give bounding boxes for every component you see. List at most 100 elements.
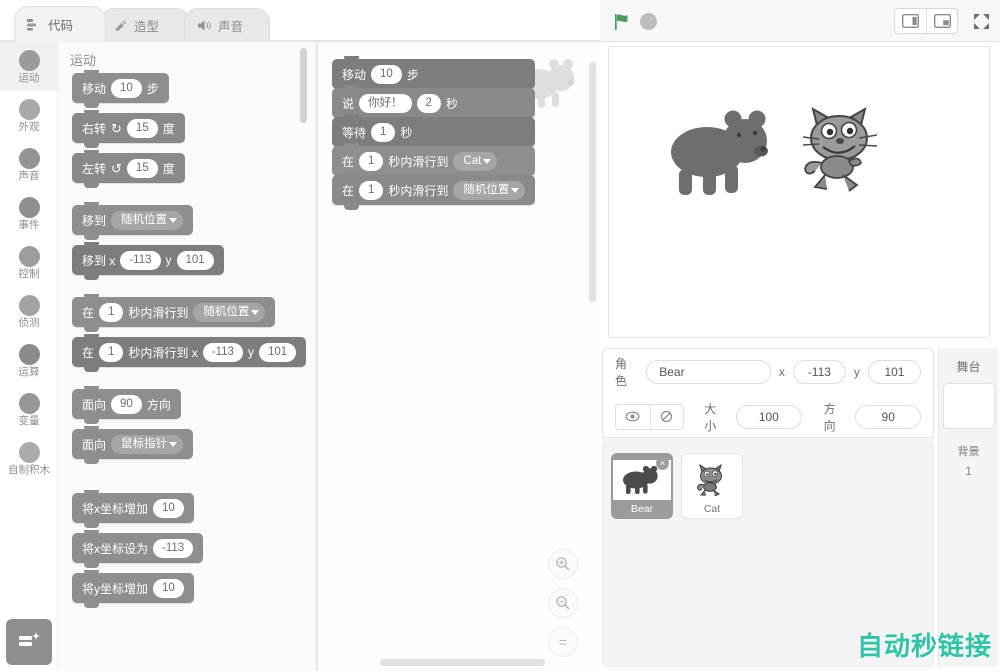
block-input-dx[interactable]: 10 xyxy=(153,498,184,518)
block-input-message[interactable]: 你好！ xyxy=(359,93,412,113)
sprite-visibility-toggle xyxy=(615,403,685,430)
tab-sounds-label: 声音 xyxy=(218,20,244,34)
category-sound[interactable]: 声音 xyxy=(0,140,58,189)
stage-area[interactable] xyxy=(608,46,990,338)
canvas-vertical-scrollbar[interactable] xyxy=(589,62,596,302)
palette-block-goto-random[interactable]: 移到 随机位置 xyxy=(58,200,317,240)
sprite-card-cat[interactable]: Cat xyxy=(681,453,743,519)
stage-selector-panel[interactable]: 舞台 背景 1 xyxy=(938,348,998,667)
stage-sprite-bear[interactable] xyxy=(667,107,772,204)
block-dropdown-towards[interactable]: 鼠标指针 xyxy=(111,434,184,454)
palette-block-point-towards[interactable]: 面向 鼠标指针 xyxy=(58,424,317,464)
palette-block-change-x-by[interactable]: 将x坐标增加 10 xyxy=(58,488,317,528)
palette-block-set-x-to[interactable]: 将x坐标设为 -113 xyxy=(58,528,317,568)
block-input-steps[interactable]: 10 xyxy=(111,78,142,98)
palette-block-change-y-by[interactable]: 将y坐标增加 10 xyxy=(58,568,317,608)
script-block-wait-secs[interactable]: 等待 1 秒 xyxy=(332,114,536,152)
add-extension-button[interactable] xyxy=(6,619,52,665)
category-my-blocks-dot xyxy=(18,441,40,463)
category-events[interactable]: 事件 xyxy=(0,189,58,238)
palette-block-turn-right[interactable]: 右转 ↻ 15 度 xyxy=(58,108,317,148)
block-input-secs[interactable]: 1 xyxy=(371,122,396,142)
block-input-degrees[interactable]: 15 xyxy=(126,118,158,138)
block-input-direction[interactable]: 90 xyxy=(111,394,142,414)
category-looks[interactable]: 外观 xyxy=(0,91,58,140)
block-input-degrees[interactable]: 15 xyxy=(126,158,158,178)
sprite-x-label: x xyxy=(778,364,785,379)
tab-code[interactable]: 代码 xyxy=(14,6,106,42)
palette-block-turn-left[interactable]: 左转 ↺ 15 度 xyxy=(58,148,317,188)
small-stage-layout-icon[interactable] xyxy=(895,9,926,33)
zoom-out-icon[interactable] xyxy=(548,588,578,618)
eye-visible-icon[interactable] xyxy=(616,405,650,429)
large-stage-layout-icon[interactable] xyxy=(926,9,957,33)
block-input-x[interactable]: -113 xyxy=(153,538,194,558)
palette-scroll-region[interactable]: 移动 10 步 右转 ↻ 15 度 左转 ↺ 15 度 移到 随机位置 移到 x… xyxy=(58,68,317,671)
canvas-zoom-controls: = xyxy=(548,549,578,657)
block-input-secs[interactable]: 1 xyxy=(359,151,384,171)
tab-costumes[interactable]: 造型 xyxy=(100,8,190,42)
code-canvas[interactable]: 移动 10 步 说 你好！ 2 秒 等待 1 秒 在 1 秒内滑行到 Cat 在… xyxy=(318,42,600,671)
stage-sprite-cat[interactable] xyxy=(799,105,889,202)
category-variables[interactable]: 变量 xyxy=(0,385,58,434)
green-flag-icon[interactable] xyxy=(612,12,632,32)
category-motion-dot xyxy=(18,49,40,71)
sprite-x-input[interactable]: -113 xyxy=(792,359,846,384)
category-motion[interactable]: 运动 xyxy=(0,42,58,91)
stage-backdrop-thumbnail[interactable] xyxy=(942,383,995,429)
palette-block-point-direction[interactable]: 面向 90 方向 xyxy=(58,384,317,424)
sprite-size-input[interactable]: 100 xyxy=(736,404,802,429)
zoom-in-icon[interactable] xyxy=(548,549,578,579)
tab-code-label: 代码 xyxy=(48,19,74,33)
stop-icon[interactable] xyxy=(640,13,657,30)
block-input-steps[interactable]: 10 xyxy=(371,64,402,84)
block-dropdown-target[interactable]: 随机位置 xyxy=(193,302,266,322)
block-input-secs[interactable]: 2 xyxy=(416,93,441,113)
sprite-y-input[interactable]: 101 xyxy=(867,359,921,384)
script-block-glide-to-random[interactable]: 在 1 秒内滑行到 随机位置 xyxy=(332,172,536,210)
script-block-move-steps[interactable]: 移动 10 步 xyxy=(332,56,536,94)
fullscreen-icon[interactable] xyxy=(970,10,992,32)
block-input-secs[interactable]: 1 xyxy=(359,180,384,200)
script-block-glide-to-cat[interactable]: 在 1 秒内滑行到 Cat xyxy=(332,143,536,181)
palette-block-glide-xy[interactable]: 在 1 秒内滑行到 x -113 y 101 xyxy=(58,332,317,372)
zoom-reset-icon[interactable]: = xyxy=(548,627,578,657)
category-operators[interactable]: 运算 xyxy=(0,336,58,385)
category-events-dot xyxy=(18,196,40,218)
palette-spacer xyxy=(58,372,317,384)
category-variables-dot xyxy=(18,392,40,414)
sprite-card-bear[interactable]: × Bear xyxy=(611,453,673,519)
speaker-icon xyxy=(197,19,212,32)
category-control[interactable]: 控制 xyxy=(0,238,58,287)
palette-block-goto-xy[interactable]: 移到 x -113 y 101 xyxy=(58,240,317,280)
block-palette[interactable]: 运动 移动 10 步 右转 ↻ 15 度 左转 ↺ 15 度 移到 随机位置 移… xyxy=(58,42,318,671)
block-input-y[interactable]: 101 xyxy=(258,342,297,362)
block-input-y[interactable]: 101 xyxy=(176,250,214,270)
sprite-direction-input[interactable]: 90 xyxy=(855,404,921,429)
block-text: 步 xyxy=(406,67,419,82)
block-text: 秒 xyxy=(445,96,458,111)
tab-sounds[interactable]: 声音 xyxy=(184,8,270,42)
block-dropdown-target[interactable]: 随机位置 xyxy=(453,180,526,200)
block-input-secs[interactable]: 1 xyxy=(99,302,124,322)
canvas-horizontal-scrollbar[interactable] xyxy=(380,659,545,666)
block-text: 移到 xyxy=(82,213,107,228)
block-input-x[interactable]: -113 xyxy=(202,342,243,362)
block-dropdown-target[interactable]: 随机位置 xyxy=(111,210,184,230)
script-block-say-for-secs[interactable]: 说 你好！ 2 秒 xyxy=(332,85,536,123)
eye-hidden-icon[interactable] xyxy=(649,404,684,429)
delete-sprite-icon[interactable]: × xyxy=(656,457,669,470)
palette-scrollbar[interactable] xyxy=(300,48,307,123)
category-sensing-dot xyxy=(18,294,40,316)
sprite-name-input[interactable]: Bear xyxy=(646,359,771,384)
category-sensing[interactable]: 侦测 xyxy=(0,287,58,336)
block-input-secs[interactable]: 1 xyxy=(99,342,124,362)
block-input-x[interactable]: -113 xyxy=(120,250,161,270)
script-stack[interactable]: 移动 10 步 说 你好！ 2 秒 等待 1 秒 在 1 秒内滑行到 Cat 在… xyxy=(332,56,536,210)
palette-block-move-steps[interactable]: 移动 10 步 xyxy=(58,68,317,108)
category-my-blocks[interactable]: 自制积木 xyxy=(0,434,58,483)
block-text: 秒内滑行到 xyxy=(388,154,449,169)
palette-block-glide-random[interactable]: 在 1 秒内滑行到 随机位置 xyxy=(58,292,317,332)
block-input-dy[interactable]: 10 xyxy=(153,578,184,598)
block-dropdown-target[interactable]: Cat xyxy=(453,151,498,171)
